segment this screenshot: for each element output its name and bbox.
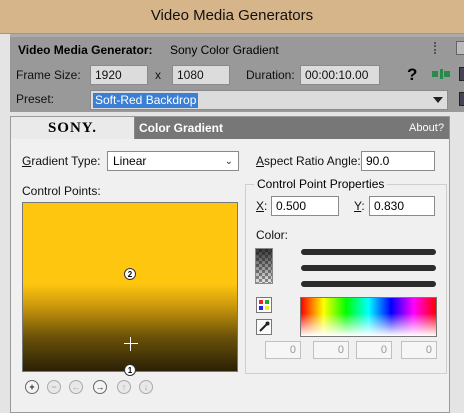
- generator-header: Video Media Generator: Sony Color Gradie…: [10, 34, 464, 62]
- remove-point-icon[interactable]: −: [47, 380, 61, 394]
- plugin-name: Sony Color Gradient: [170, 43, 279, 57]
- frame-row: Frame Size: 1920 x 1080 Duration: 00:00:…: [10, 62, 464, 88]
- preset-row: Preset: Soft-Red Backdrop: [10, 88, 464, 112]
- help-icon[interactable]: ?: [407, 65, 417, 85]
- chevron-down-icon: ⌄: [224, 156, 233, 167]
- control-point-1[interactable]: 1: [124, 364, 136, 376]
- chevron-down-icon[interactable]: [433, 97, 443, 103]
- blue-value[interactable]: 0: [356, 341, 392, 359]
- move-up-icon[interactable]: ↑: [117, 380, 131, 394]
- green-slider[interactable]: [301, 265, 436, 271]
- eyedropper-icon[interactable]: [256, 319, 272, 335]
- color-spectrum[interactable]: [300, 297, 437, 337]
- save-preset-icon[interactable]: [459, 92, 464, 106]
- color-swatch-overlay: [256, 249, 272, 283]
- previous-point-icon[interactable]: ←: [69, 380, 83, 394]
- about-help-icon[interactable]: ?: [438, 122, 444, 134]
- frame-x-label: x: [155, 68, 161, 82]
- eyedropper-glyph: [259, 321, 270, 332]
- gradient-type-label: Gradient Type:: [22, 154, 101, 168]
- x-label: X:: [256, 199, 268, 213]
- aspect-ratio-input[interactable]: 90.0: [361, 151, 435, 171]
- control-points-label: Control Points:: [22, 184, 101, 198]
- y-label: Y:: [354, 199, 365, 213]
- x-input[interactable]: 0.500: [271, 196, 339, 216]
- next-point-icon[interactable]: →: [93, 380, 107, 394]
- duration-input[interactable]: 00:00:10.00: [300, 65, 380, 85]
- color-swatch[interactable]: [255, 248, 273, 284]
- generator-label: Video Media Generator:: [18, 43, 153, 57]
- move-down-icon[interactable]: ↓: [139, 380, 153, 394]
- gradient-type-label-rest: radient Type:: [31, 154, 101, 168]
- aspect-ratio-label-rest: spect Ratio Angle:: [264, 154, 361, 168]
- plugin-chain-icon[interactable]: [432, 68, 450, 80]
- red-value[interactable]: 0: [265, 341, 301, 359]
- sony-logo: SONY.: [11, 117, 135, 139]
- aspect-ratio-label: Aspect Ratio Angle:: [256, 154, 361, 168]
- crosshair-h: [124, 343, 138, 344]
- frame-height-input[interactable]: 1080: [172, 65, 230, 85]
- window-icon[interactable]: [456, 41, 464, 55]
- crosshair-v: [130, 337, 131, 351]
- control-point-2[interactable]: 2: [124, 268, 136, 280]
- color-label: Color:: [256, 228, 289, 242]
- control-point-properties-title: Control Point Properties: [254, 177, 388, 191]
- palette-glyph: [259, 300, 269, 310]
- plugin-tab-bar: SONY. Color Gradient About ?: [11, 117, 449, 139]
- title-bar: Video Media Generators: [0, 0, 464, 34]
- duration-label: Duration:: [246, 68, 295, 82]
- alpha-value[interactable]: 0: [401, 341, 437, 359]
- red-slider[interactable]: [301, 249, 436, 255]
- grip-handle-icon[interactable]: [434, 42, 440, 54]
- preset-dropdown[interactable]: Soft-Red Backdrop: [90, 90, 448, 110]
- gradient-type-value: Linear: [113, 154, 147, 168]
- monitor-icon[interactable]: [459, 67, 464, 81]
- preset-label: Preset:: [16, 92, 55, 106]
- palette-icon[interactable]: [256, 297, 272, 313]
- window-title: Video Media Generators: [150, 7, 314, 24]
- frame-size-label: Frame Size:: [16, 68, 81, 82]
- gradient-type-select[interactable]: Linear ⌄: [107, 151, 239, 171]
- gradient-preview-canvas[interactable]: 2 1: [22, 202, 238, 376]
- about-link[interactable]: About: [409, 122, 438, 134]
- frame-width-input[interactable]: 1920: [90, 65, 148, 85]
- plugin-tab-name: Color Gradient: [139, 121, 224, 135]
- preset-value[interactable]: Soft-Red Backdrop: [93, 93, 199, 108]
- green-value[interactable]: 0: [313, 341, 349, 359]
- y-input[interactable]: 0.830: [369, 196, 435, 216]
- add-point-icon[interactable]: +: [25, 380, 39, 394]
- blue-slider[interactable]: [301, 281, 436, 287]
- plugin-panel: SONY. Color Gradient About ? Gradient Ty…: [10, 116, 450, 413]
